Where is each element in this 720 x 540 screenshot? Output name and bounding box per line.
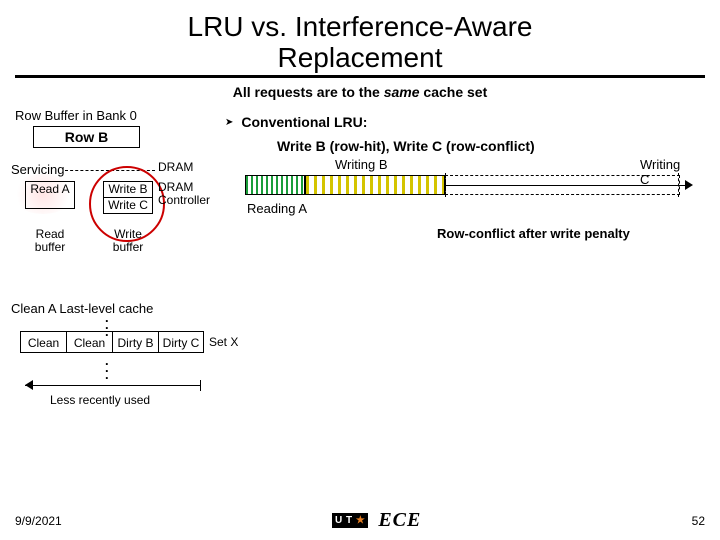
title-line1: LRU vs. Interference-Aware [188,11,533,42]
lru-arrowhead-icon [25,380,33,390]
cache-cell-3: Dirty C [158,331,204,353]
read-buffer-label: Readbuffer [25,228,75,254]
lru-subbullet: Write B (row-hit), Write C (row-conflict… [277,138,535,154]
segment-reading-a [245,175,305,195]
row-conflict-label: Row-conflict after write penalty [437,226,630,241]
title-line2: Replacement [278,42,443,73]
slide-title: LRU vs. Interference-Aware Replacement [15,12,705,78]
timeline-arrowhead-icon [685,180,693,190]
less-recently-used-arrow [25,378,205,394]
subtitle-post: cache set [420,84,488,100]
write-buffer-label: Writebuffer [103,228,153,254]
timeline-tick-1 [445,173,447,197]
dram-controller-label: DRAMController [158,181,210,209]
last-level-cache-label: Clean A Last-level cache [11,301,153,316]
label-writing-b: Writing B [335,157,388,172]
footer-date: 9/9/2021 [15,514,62,528]
timeline: Reading A Writing B Writing C [245,171,665,201]
lru-arrow-tick [200,380,201,391]
label-reading-a: Reading A [247,201,307,216]
bullet-text: Conventional LRU: [241,114,367,130]
lru-arrow-line [25,385,200,386]
slide-footer: 9/9/2021 U T ★ ECE 52 [15,509,705,532]
dram-text: DRAM [158,180,193,194]
cache-cell-1: Clean [66,331,112,353]
dram-label: DRAM [158,160,193,174]
read-a-box: Read A [25,181,75,209]
cache-set-row: Clean Clean Dirty B Dirty C [20,331,204,353]
ut-logo-icon: U T ★ [332,513,368,528]
subtitle-pre: All requests are to the [233,84,384,100]
page-number: 52 [692,514,705,528]
diagram-area: Row Buffer in Bank 0 Row B Servicing DRA… [15,106,705,456]
cache-cell-0: Clean [20,331,66,353]
cache-cell-2: Dirty B [112,331,158,353]
dots-bottom-icon: ... [105,357,109,378]
set-x-label: Set X [209,335,238,349]
footer-logo: U T ★ ECE [332,509,421,532]
label-writing-c: Writing C [640,157,680,187]
conventional-lru-bullet: ➤ Conventional LRU: [225,114,367,130]
segment-writing-b [305,175,445,195]
subtitle: All requests are to the same cache set [15,84,705,100]
row-buffer-box: Row B [33,126,140,148]
less-recently-used-label: Less recently used [50,393,150,407]
subtitle-em: same [384,84,420,100]
bullet-icon: ➤ [225,117,233,128]
row-buffer-label: Row Buffer in Bank 0 [15,108,137,123]
ece-text: ECE [378,509,421,532]
